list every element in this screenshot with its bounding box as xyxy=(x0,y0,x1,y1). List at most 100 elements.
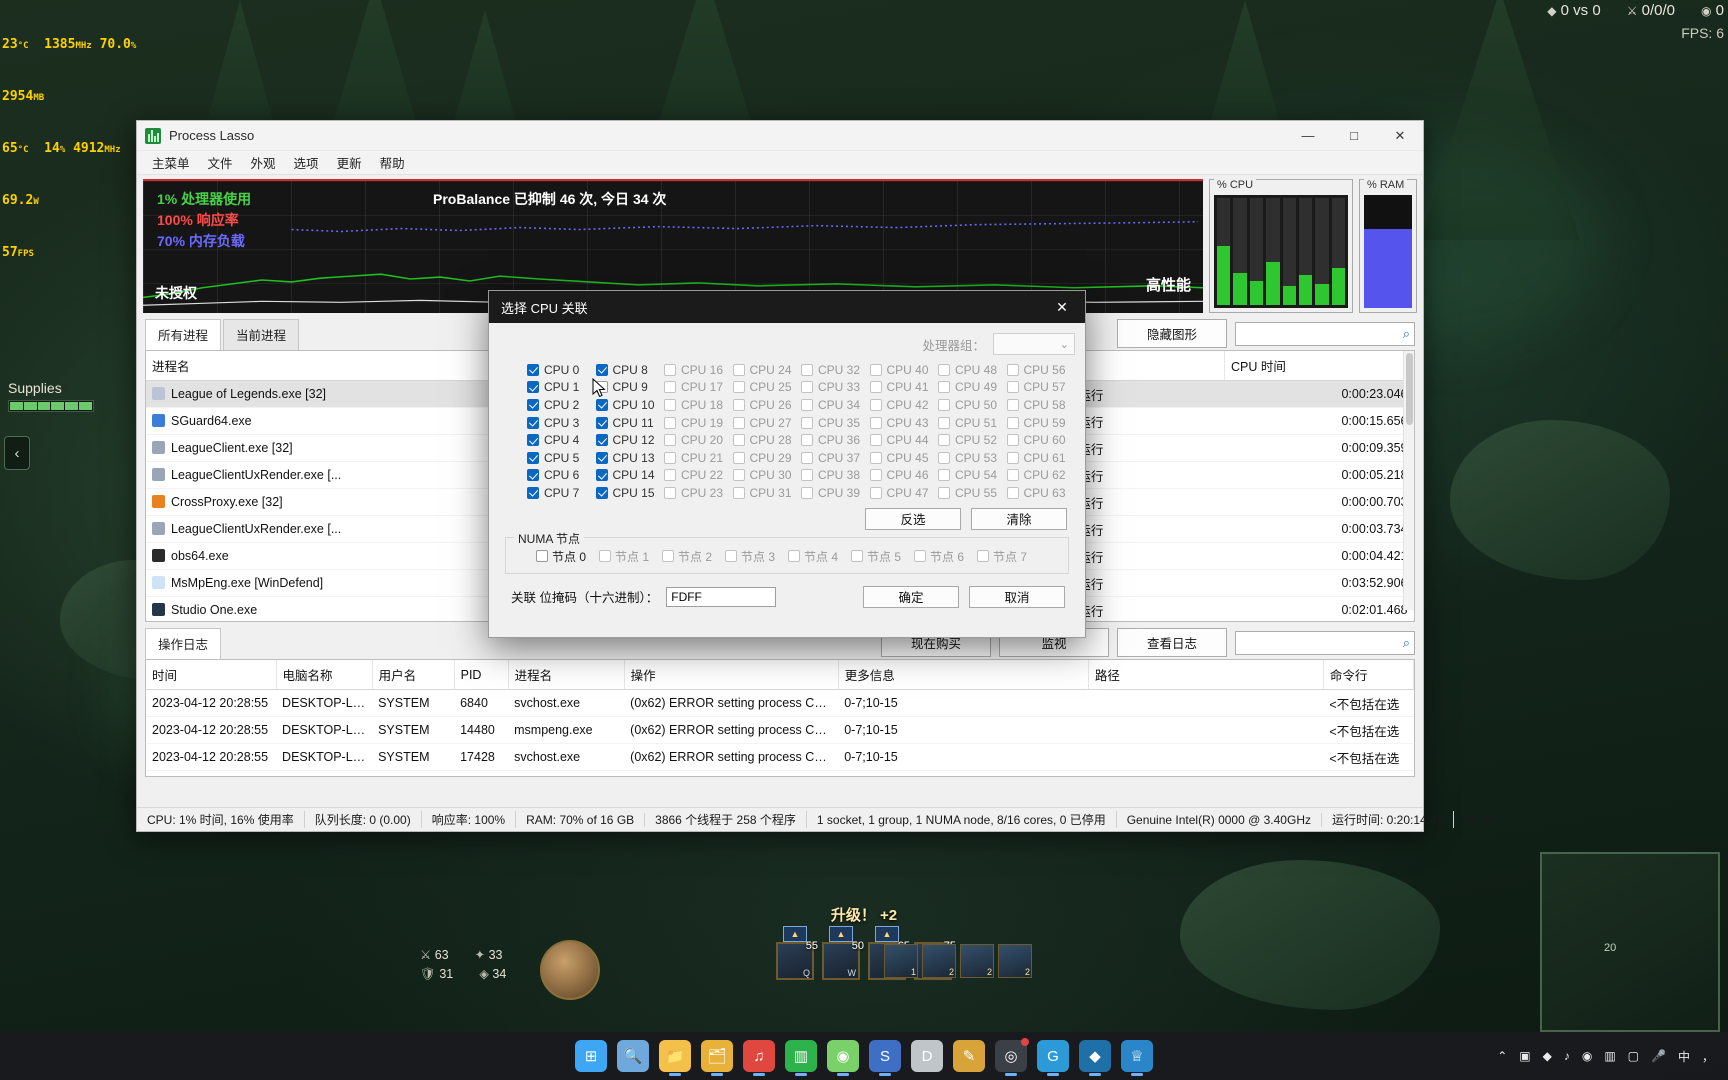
tray-chrome-tray-icon[interactable]: ◉ xyxy=(1582,1049,1592,1063)
minimize-button[interactable]: — xyxy=(1285,121,1331,151)
tray-camera-tray-icon[interactable]: ▢ xyxy=(1628,1049,1639,1063)
tab-action-log[interactable]: 操作日志 xyxy=(145,628,222,659)
cpu-checkbox-cpu-2[interactable]: CPU 2 xyxy=(527,396,596,414)
numa-node-0[interactable]: 节点 0 xyxy=(536,548,599,565)
checkbox-icon[interactable] xyxy=(595,363,608,376)
menu-item-main[interactable]: 主菜单 xyxy=(143,150,199,175)
maximize-button[interactable]: □ xyxy=(1331,121,1377,151)
checkbox-icon[interactable] xyxy=(527,486,539,499)
checkbox-icon[interactable] xyxy=(527,398,539,411)
cpu-core-graph[interactable]: % CPU xyxy=(1209,179,1353,313)
checkbox-icon[interactable] xyxy=(595,416,608,429)
taskbar-docs-icon[interactable]: D xyxy=(911,1040,943,1072)
col-log-host[interactable]: 电脑名称 xyxy=(276,660,373,690)
taskbar-music-icon[interactable]: ♫ xyxy=(743,1040,775,1076)
col-log-path[interactable]: 路径 xyxy=(1088,660,1324,690)
tray-music-tray-icon[interactable]: ♪ xyxy=(1564,1049,1570,1063)
col-log-more[interactable]: 更多信息 xyxy=(838,660,1089,690)
process-search-input[interactable] xyxy=(1240,325,1403,342)
taskbar-paint-icon[interactable]: ✎ xyxy=(953,1040,985,1072)
checkbox-icon[interactable] xyxy=(527,451,539,464)
tray-mic-tray-icon[interactable]: 🎤 xyxy=(1651,1049,1666,1063)
ram-graph[interactable]: % RAM xyxy=(1359,179,1417,313)
menu-item-update[interactable]: 更新 xyxy=(328,150,371,175)
log-row[interactable]: 2023-04-12 20:28:55DESKTOP-L90PR...SYSTE… xyxy=(146,743,1414,771)
log-row[interactable]: 2023-04-12 20:28:55DESKTOP-L90PR...LOCAL… xyxy=(146,770,1414,776)
col-log-action[interactable]: 操作 xyxy=(624,660,839,690)
cpu-checkbox-cpu-10[interactable]: CPU 10 xyxy=(595,396,665,414)
taskbar-league-game-icon[interactable]: ♕ xyxy=(1121,1040,1153,1076)
taskbar-league-client-icon[interactable]: ◆ xyxy=(1079,1040,1111,1076)
log-table[interactable]: 时间 电脑名称 用户名 PID 进程名 操作 更多信息 路径 命令行 2023-… xyxy=(145,659,1415,777)
checkbox-icon[interactable] xyxy=(536,550,548,563)
checkbox-icon[interactable] xyxy=(595,469,608,482)
col-log-cmd[interactable]: 命令行 xyxy=(1323,660,1414,690)
tray-shield-icon[interactable]: ◆ xyxy=(1543,1049,1552,1063)
taskbar-obs-icon[interactable]: ◎ xyxy=(995,1038,1029,1076)
close-button[interactable]: ✕ xyxy=(1377,121,1423,151)
menu-item-appearance[interactable]: 外观 xyxy=(242,150,285,175)
tray-lasso-tray-icon[interactable]: ▥ xyxy=(1604,1049,1615,1063)
affinity-hex-input[interactable]: FDFF xyxy=(666,586,777,607)
cpu-checkbox-cpu-11[interactable]: CPU 11 xyxy=(595,414,665,432)
process-search[interactable]: ⌕ xyxy=(1235,321,1415,346)
col-log-user[interactable]: 用户名 xyxy=(372,660,455,690)
checkbox-icon[interactable] xyxy=(527,434,539,447)
col-log-pid[interactable]: PID xyxy=(454,660,509,690)
minimap[interactable]: 20 xyxy=(1540,852,1720,1032)
invert-selection-button[interactable]: 反选 xyxy=(865,507,961,530)
log-search[interactable]: ⌕ xyxy=(1235,630,1415,655)
hud-collapse-arrow[interactable]: ‹ xyxy=(4,436,30,470)
ok-button[interactable]: 确定 xyxy=(863,585,959,608)
taskbar-explorer-icon[interactable]: 📁 xyxy=(659,1040,691,1076)
taskbar-search-icon[interactable]: 🔍 xyxy=(617,1040,649,1072)
taskbar-process-lasso-icon[interactable]: ▥ xyxy=(785,1040,817,1076)
checkbox-icon[interactable] xyxy=(595,451,608,464)
menu-item-help[interactable]: 帮助 xyxy=(371,150,414,175)
checkbox-icon[interactable] xyxy=(527,416,539,429)
cpu-checkbox-cpu-1[interactable]: CPU 1 xyxy=(527,379,596,397)
menu-item-options[interactable]: 选项 xyxy=(285,150,328,175)
cpu-checkbox-cpu-7[interactable]: CPU 7 xyxy=(527,484,596,502)
taskbar-studio-icon[interactable]: S xyxy=(869,1040,901,1076)
cpu-checkbox-cpu-12[interactable]: CPU 12 xyxy=(595,431,665,449)
cpu-checkbox-cpu-13[interactable]: CPU 13 xyxy=(595,449,665,467)
col-log-proc[interactable]: 进程名 xyxy=(508,660,625,690)
clear-selection-button[interactable]: 清除 xyxy=(971,507,1067,530)
log-row[interactable]: 2023-04-12 20:28:55DESKTOP-L90PR...SYSTE… xyxy=(146,689,1414,717)
log-search-input[interactable] xyxy=(1240,634,1403,651)
tray-ime-punct-icon[interactable]: ， xyxy=(1702,1048,1714,1065)
checkbox-icon[interactable] xyxy=(527,363,539,376)
checkbox-icon[interactable] xyxy=(527,381,539,394)
col-log-time[interactable]: 时间 xyxy=(146,660,277,690)
log-search-icon[interactable]: ⌕ xyxy=(1403,635,1410,651)
checkbox-icon[interactable] xyxy=(595,486,608,499)
hide-graph-button[interactable]: 隐藏图形 xyxy=(1117,319,1227,348)
menu-item-file[interactable]: 文件 xyxy=(199,150,242,175)
taskbar-wegame-icon[interactable]: G xyxy=(1037,1040,1069,1076)
process-vertical-scrollbar[interactable] xyxy=(1403,351,1414,610)
tray-chevron-up-icon[interactable]: ⌃ xyxy=(1497,1049,1507,1063)
view-log-button[interactable]: 查看日志 xyxy=(1117,628,1227,657)
cpu-checkbox-cpu-5[interactable]: CPU 5 xyxy=(527,449,596,467)
taskbar-start-icon[interactable]: ⊞ xyxy=(575,1040,607,1072)
cpu-checkbox-cpu-6[interactable]: CPU 6 xyxy=(527,467,596,485)
tab-current-processes[interactable]: 当前进程 xyxy=(223,319,300,350)
tray-ime-icon[interactable]: 中 xyxy=(1678,1048,1690,1065)
dialog-close-icon[interactable]: ✕ xyxy=(1045,291,1079,323)
col-cpu-time[interactable]: CPU 时间 xyxy=(1224,351,1414,381)
cpu-checkbox-cpu-4[interactable]: CPU 4 xyxy=(527,431,596,449)
cpu-checkbox-cpu-0[interactable]: CPU 0 xyxy=(527,361,596,379)
cpu-checkbox-cpu-8[interactable]: CPU 8 xyxy=(595,361,665,379)
col-process-name[interactable]: 进程名 xyxy=(146,351,521,381)
tab-all-processes[interactable]: 所有进程 xyxy=(145,319,222,350)
tray-green-icon[interactable]: ▣ xyxy=(1519,1049,1530,1063)
checkbox-icon[interactable] xyxy=(595,434,608,447)
cpu-checkbox-cpu-14[interactable]: CPU 14 xyxy=(595,467,665,485)
log-row[interactable]: 2023-04-12 20:28:55DESKTOP-L90PR...SYSTE… xyxy=(146,716,1414,744)
processor-group-select[interactable]: ⌄ xyxy=(993,333,1075,355)
cancel-button[interactable]: 取消 xyxy=(969,585,1065,608)
search-icon[interactable]: ⌕ xyxy=(1403,326,1410,342)
cpu-checkbox-cpu-3[interactable]: CPU 3 xyxy=(527,414,596,432)
taskbar-browser-icon[interactable]: ◉ xyxy=(827,1040,859,1076)
